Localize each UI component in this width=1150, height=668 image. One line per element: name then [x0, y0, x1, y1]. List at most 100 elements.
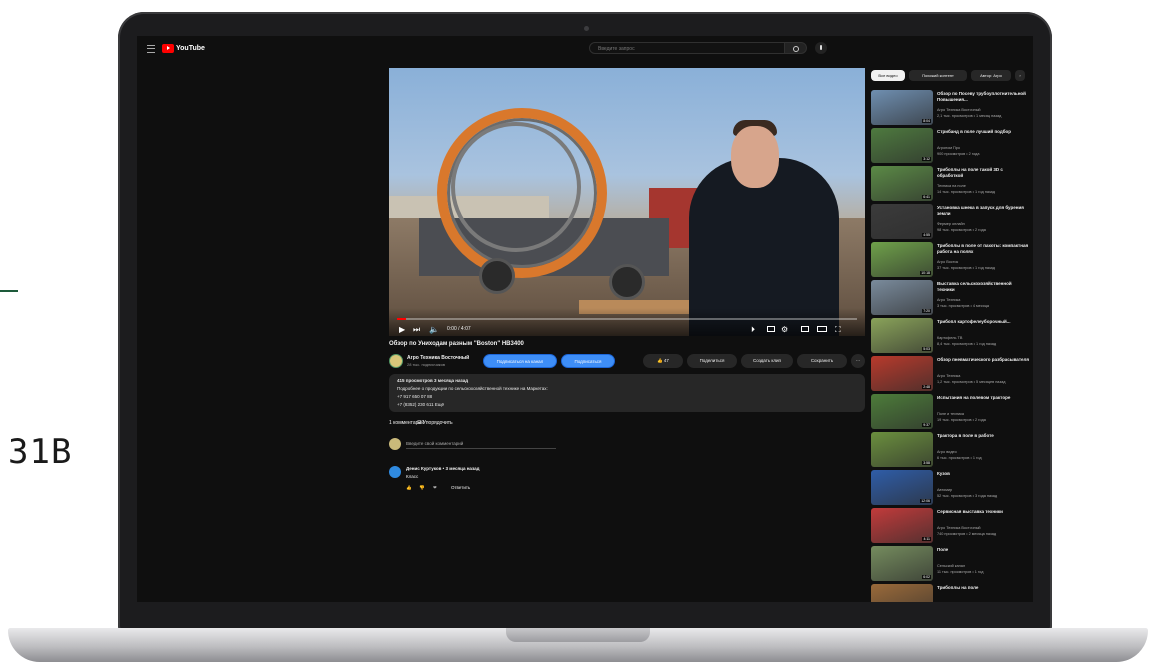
recommendation-item[interactable]: 2:48 Обзор пневматического разбрасывателя… [871, 356, 1031, 392]
recommendation-channel[interactable]: Агро видео [937, 450, 957, 454]
recommendation-thumbnail[interactable]: 5:30 [871, 584, 933, 602]
recommendation-thumbnail[interactable]: 6:02 [871, 546, 933, 581]
progress-bar[interactable] [397, 318, 857, 320]
recommendation-item[interactable]: 3:12 Стрибанд в поле лучший подбор Агроном… [871, 128, 1031, 164]
recommendation-item[interactable]: 12:06 Кузов Автомир 52 тыс. просмотров • 3 … [871, 470, 1031, 506]
recommendation-thumbnail[interactable]: 8:04 [871, 90, 933, 125]
mic-icon[interactable] [815, 42, 827, 54]
recommendation-channel[interactable]: Поле и техника [937, 412, 964, 416]
youtube-logo[interactable]: YouTube [162, 43, 205, 53]
recommendation-title[interactable]: Испытания на полевом тракторе [937, 395, 1029, 401]
recommendation-item[interactable]: 4:11 Сервисная выставка техники Агро Техни… [871, 508, 1031, 544]
recommendation-thumbnail[interactable]: 7:20 [871, 280, 933, 315]
recommendation-title[interactable]: Трибоплы в поле от пахоты: компактная ра… [937, 243, 1029, 254]
volume-icon[interactable]: 🔈 [429, 325, 439, 334]
recommendation-title[interactable]: Стрибанд в поле лучший подбор [937, 129, 1029, 135]
recommendation-thumbnail[interactable]: 5:03 [871, 318, 933, 353]
like-button[interactable]: 👍 47 [643, 354, 683, 368]
recommendation-thumbnail[interactable]: 4:11 [871, 508, 933, 543]
recommendation-channel[interactable]: Агро Техника [937, 374, 960, 378]
settings-icon[interactable]: ⚙ [781, 325, 788, 334]
recommendation-item[interactable]: 5:03 Трибопл картофелеуборочный... Картофе… [871, 318, 1031, 354]
recommendation-thumbnail[interactable]: 3:12 [871, 128, 933, 163]
play-icon[interactable]: ▶ [399, 325, 405, 334]
reply-button[interactable]: Ответить [451, 485, 470, 490]
recommendation-channel[interactable]: Техника на поле [937, 184, 966, 188]
recommendation-channel[interactable]: Автомир [937, 488, 952, 492]
clip-button[interactable]: Создать клип [741, 354, 793, 368]
comments-sort-button[interactable]: ☰ Упорядочить [417, 420, 453, 426]
recommendation-title[interactable]: Трибопл картофелеуборочный... [937, 319, 1029, 325]
recommendation-channel[interactable]: Фермер онлайн [937, 222, 965, 226]
recommendation-title[interactable]: Выставка сельскохозяйственной техники [937, 281, 1029, 292]
recommendation-thumbnail[interactable]: 12:06 [871, 470, 933, 505]
recommendation-thumbnail[interactable]: 3:58 [871, 432, 933, 467]
menu-icon[interactable] [147, 45, 155, 53]
like-icon[interactable]: 👍 [406, 485, 412, 491]
recommendation-item[interactable]: 10:18 Трибоплы в поле от пахоты: компактн… [871, 242, 1031, 278]
subtitles-icon[interactable] [767, 326, 775, 332]
recommendation-channel[interactable]: Агроном Про [937, 146, 960, 150]
recommendation-item[interactable]: 8:04 Обзор по Посеву трубоуплотнительной … [871, 90, 1031, 126]
autoplay-icon[interactable]: ⏵ [751, 325, 755, 335]
recommendation-item[interactable]: 3:58 Трактора в поле в работе Агро видео 6 … [871, 432, 1031, 468]
chip-author[interactable]: Автор: Агро [971, 70, 1011, 81]
recommendation-meta: 11 тыс. просмотров • 1 год [937, 570, 984, 574]
recommendation-title[interactable]: Трактора в поле в работе [937, 433, 1029, 439]
recommendation-item[interactable]: 6:02 Поле Сельский канал 11 тыс. просмотров… [871, 546, 1031, 582]
video-duration: 7:20 [922, 309, 931, 313]
search-input[interactable]: Введите запрос [589, 42, 785, 54]
chevron-right-icon[interactable]: › [1015, 70, 1025, 81]
more-icon[interactable]: ⋯ [851, 354, 865, 368]
channel-avatar[interactable] [389, 354, 403, 368]
recommendation-thumbnail[interactable]: 2:48 [871, 356, 933, 391]
fullscreen-icon[interactable]: ⛶ [835, 325, 841, 335]
video-scene-wheel [609, 264, 645, 300]
recommendation-meta: 3 тыс. просмотров • 4 месяца [937, 304, 990, 308]
recommendation-title[interactable]: Поле [937, 547, 1029, 553]
add-comment-input[interactable]: Введите свой комментарий [406, 441, 463, 446]
recommendation-channel[interactable]: Агро Техника Восточный [937, 108, 981, 112]
recommendation-item[interactable]: 9:37 Испытания на полевом тракторе Поле и … [871, 394, 1031, 430]
video-player[interactable]: ▶ ⏭ 🔈 0:00 / 4:07 ⏵ ⚙ ⛶ [389, 68, 865, 336]
recommendation-channel[interactable]: Агро Техника Восточный [937, 526, 981, 530]
theater-icon[interactable] [817, 326, 827, 332]
recommendation-title[interactable]: Сервисная выставка техники [937, 509, 1029, 515]
chip-all[interactable]: Все видео [871, 70, 905, 81]
recommendation-thumbnail[interactable]: 6:41 [871, 166, 933, 201]
recommendation-title[interactable]: Трибоплы на поле [937, 585, 1029, 591]
recommendation-title[interactable]: Кузов [937, 471, 1029, 477]
join-button[interactable]: Подписаться на канал [483, 354, 557, 368]
description-box[interactable]: 415 просмотров 3 месяца назад Подробнее … [389, 374, 865, 412]
save-button[interactable]: Сохранить [797, 354, 847, 368]
laptop-notch [506, 628, 650, 642]
channel-name[interactable]: Агро Техника Восточный [407, 355, 469, 361]
recommendation-channel[interactable]: Агро Техника [937, 298, 960, 302]
recommendation-title[interactable]: Установка шнека в запуск для бурения зем… [937, 205, 1029, 216]
dislike-icon[interactable]: 👎 [419, 485, 425, 491]
topbar: YouTube Введите запрос [137, 36, 1033, 60]
chip-related[interactable]: Похожий контент [909, 70, 967, 81]
recommendation-title[interactable]: Обзор по Посеву трубоуплотнительной Повы… [937, 91, 1029, 102]
recommendation-thumbnail[interactable]: 9:37 [871, 394, 933, 429]
recommendation-channel[interactable]: Картофель ТВ [937, 336, 962, 340]
recommendation-channel[interactable]: Агро Восток [937, 260, 958, 264]
recommendation-title[interactable]: Обзор пневматического разбрасывателя [937, 357, 1029, 363]
commenter-avatar[interactable] [389, 466, 401, 478]
search-icon[interactable] [785, 42, 807, 54]
share-button[interactable]: Поделиться [687, 354, 737, 368]
video-duration: 4:55 [922, 233, 931, 237]
recommendation-thumbnail[interactable]: 4:55 [871, 204, 933, 239]
subscribe-button[interactable]: Подписаться [561, 354, 615, 368]
next-icon[interactable]: ⏭ [413, 325, 420, 335]
recommendation-channel[interactable]: Сельский канал [937, 564, 965, 568]
comment-author[interactable]: Денис Куртуков • 3 месяца назад [406, 466, 480, 471]
recommendation-title[interactable]: Трибоплы на поле такой 3D с обработкой [937, 167, 1029, 178]
recommendation-item[interactable]: 7:20 Выставка сельскохозяйственной техник… [871, 280, 1031, 316]
miniplayer-icon[interactable] [801, 326, 809, 332]
recommendation-item[interactable]: 4:55 Установка шнека в запуск для бурения… [871, 204, 1031, 240]
recommendation-item[interactable]: 5:30Трибоплы на полеАгро Восток [871, 584, 1031, 602]
recommendation-meta: 8,4 тыс. просмотров • 1 год назад [937, 342, 997, 346]
recommendation-thumbnail[interactable]: 10:18 [871, 242, 933, 277]
recommendation-item[interactable]: 6:41 Трибоплы на поле такой 3D с обработк… [871, 166, 1031, 202]
